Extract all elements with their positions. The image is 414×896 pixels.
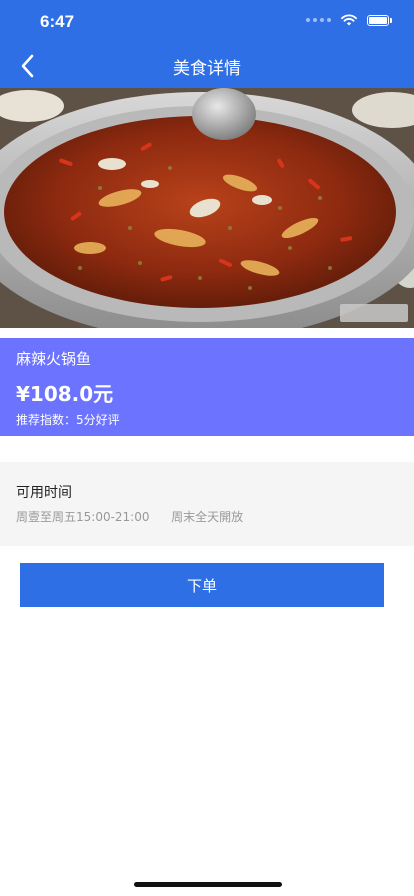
weekday-hours: 周壹至周五15:00-21:00 xyxy=(16,510,150,524)
order-button[interactable]: 下单 xyxy=(20,563,384,607)
dish-rating: 推荐指数：5分好评 xyxy=(16,413,120,427)
status-icons xyxy=(306,14,392,26)
availability-title: 可用时间 xyxy=(16,485,72,501)
wifi-icon xyxy=(341,14,357,26)
availability-card: 可用时间 周壹至周五15:00-21:00 周末全天開放 xyxy=(0,462,414,546)
header: 6:47 美食详情 xyxy=(0,0,414,88)
dish-name: 麻辣火锅鱼 xyxy=(16,350,92,368)
status-time: 6:47 xyxy=(40,12,75,31)
signal-icon xyxy=(306,18,331,22)
dish-price: ¥108.0元 xyxy=(16,382,114,406)
weekend-hours: 周末全天開放 xyxy=(171,510,244,524)
battery-icon xyxy=(367,14,392,26)
image-indicator xyxy=(340,304,408,322)
dish-info-card: 麻辣火锅鱼 ¥108.0元 推荐指数：5分好评 xyxy=(0,338,414,436)
availability-hours: 周壹至周五15:00-21:00 周末全天開放 xyxy=(16,508,243,525)
page-title: 美食详情 xyxy=(173,59,241,79)
dish-photo xyxy=(0,88,414,328)
home-indicator xyxy=(134,882,282,887)
